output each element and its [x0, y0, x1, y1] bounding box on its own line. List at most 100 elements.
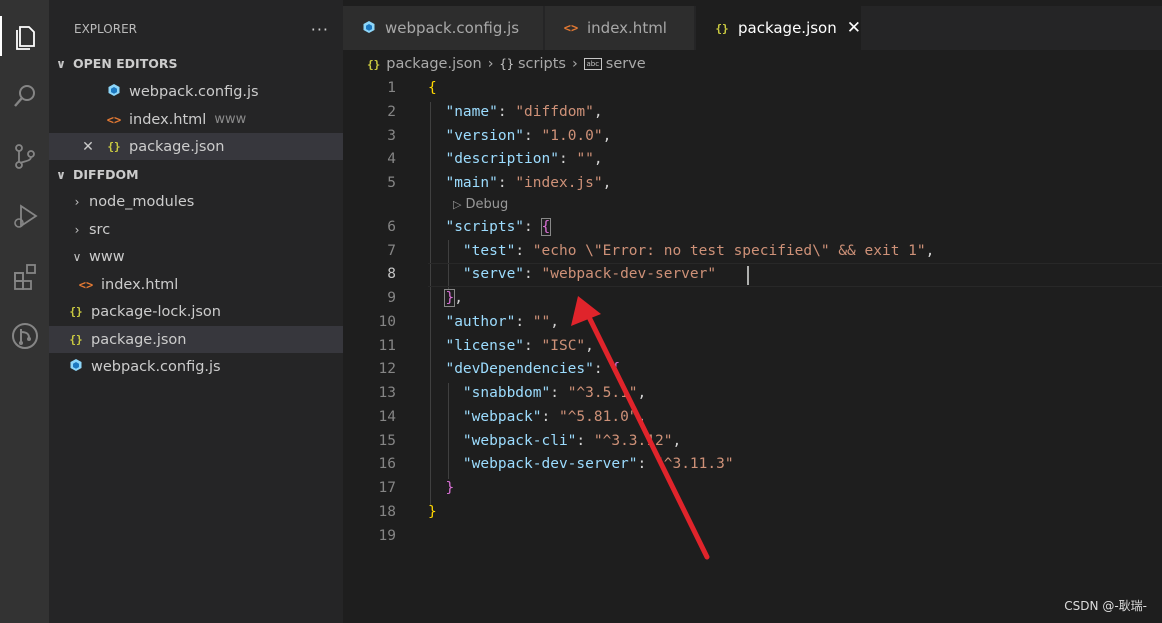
open-editor-item-active[interactable]: ✕ {} package.json — [49, 133, 343, 160]
close-icon[interactable]: ✕ — [847, 18, 861, 38]
explorer-icon[interactable] — [0, 16, 49, 56]
code-line[interactable]: } — [428, 480, 454, 496]
breadcrumb-property[interactable]: serve — [606, 56, 646, 72]
chevron-right-icon: › — [74, 194, 80, 209]
code-line[interactable]: "devDependencies": { — [428, 361, 620, 377]
line-number: 9 — [387, 290, 396, 306]
tree-item-file[interactable]: {} package-lock.json — [49, 298, 343, 325]
breadcrumb: {} package.json › {} scripts › abc serve — [367, 52, 646, 76]
editor-area: webpack.config.js <> index.html {} packa… — [343, 0, 1162, 623]
activity-bar — [0, 0, 49, 623]
open-editors-label: OPEN EDITORS — [73, 56, 178, 71]
html-file-icon: <> — [78, 277, 94, 292]
line-number: 2 — [387, 104, 396, 120]
line-number: 17 — [378, 480, 396, 496]
code-line[interactable]: "description": "", — [428, 151, 602, 167]
code-line[interactable]: "webpack": "^5.81.0", — [428, 409, 646, 425]
line-number: 11 — [378, 338, 396, 354]
open-editors-section[interactable]: ∨ OPEN EDITORS — [49, 50, 343, 77]
open-editor-label: package.json — [129, 138, 225, 155]
code-line[interactable]: "name": "diffdom", — [428, 104, 602, 120]
code-line[interactable]: "author": "", — [428, 314, 559, 330]
webpack-file-icon — [103, 83, 125, 100]
line-number: 3 — [387, 128, 396, 144]
tree-item-folder[interactable]: ∨ www — [49, 243, 343, 270]
breadcrumb-object[interactable]: scripts — [518, 56, 566, 72]
code-line[interactable]: "webpack-cli": "^3.3.12", — [428, 433, 681, 449]
line-number: 7 — [387, 243, 396, 259]
play-icon: ▷ — [453, 198, 462, 211]
tab-index-html[interactable]: <> index.html — [545, 6, 695, 50]
line-number: 19 — [378, 528, 396, 544]
line-number: 6 — [387, 219, 396, 235]
tab-package-json[interactable]: {} package.json ✕ — [696, 6, 862, 50]
tree-item-file-selected[interactable]: {} package.json — [49, 326, 343, 353]
more-actions-icon[interactable]: ··· — [311, 20, 329, 39]
tree-item-label: src — [89, 221, 111, 238]
chevron-down-icon: ∨ — [56, 56, 66, 71]
code-line[interactable]: }, — [428, 289, 463, 307]
code-line[interactable]: "version": "1.0.0", — [428, 128, 611, 144]
open-editor-item[interactable]: webpack.config.js — [49, 78, 343, 105]
search-icon[interactable] — [0, 76, 49, 116]
object-icon: {} — [499, 57, 514, 71]
code-line[interactable]: "main": "index.js", — [428, 175, 611, 191]
code-line-active[interactable]: "serve": "webpack-dev-server" — [428, 266, 716, 282]
close-icon[interactable]: ✕ — [77, 139, 99, 155]
tab-label: index.html — [587, 19, 667, 37]
codelens-debug[interactable]: ▷ Debug — [453, 197, 508, 212]
line-number: 4 — [387, 151, 396, 167]
tree-item-file[interactable]: webpack.config.js — [49, 353, 343, 380]
chevron-right-icon: › — [571, 56, 578, 72]
open-editor-label: index.html — [129, 111, 207, 128]
code-line[interactable]: "snabbdom": "^3.5.1", — [428, 385, 646, 401]
tree-item-file[interactable]: <> index.html — [49, 271, 343, 298]
watermark: CSDN @-耿瑞- — [1064, 599, 1147, 613]
tree-item-label: webpack.config.js — [91, 358, 221, 375]
open-editor-item[interactable]: <> index.html www — [49, 106, 343, 133]
breadcrumb-file[interactable]: package.json — [386, 56, 481, 72]
explorer-title: EXPLORER — [74, 22, 137, 36]
tab-webpack-config[interactable]: webpack.config.js — [343, 6, 544, 50]
chevron-right-icon: › — [74, 222, 80, 237]
line-number: 15 — [378, 433, 396, 449]
line-number: 1 — [387, 80, 396, 96]
line-number: 14 — [378, 409, 396, 425]
tab-label: webpack.config.js — [385, 19, 520, 37]
json-file-icon: {} — [107, 140, 121, 153]
json-file-icon: {} — [69, 333, 83, 346]
json-file-icon: {} — [367, 57, 381, 71]
html-file-icon: <> — [106, 112, 122, 127]
line-number: 18 — [378, 504, 396, 520]
explorer-header: EXPLORER ··· — [49, 8, 343, 50]
chevron-down-icon: ∨ — [56, 167, 66, 182]
source-control-icon[interactable] — [0, 136, 49, 176]
open-editor-label: webpack.config.js — [129, 83, 259, 100]
code-line[interactable]: "test": "echo \"Error: no test specified… — [428, 243, 934, 259]
json-file-icon: {} — [715, 21, 729, 35]
string-icon: abc — [583, 58, 602, 70]
run-debug-icon[interactable] — [0, 196, 49, 236]
tree-item-folder[interactable]: › src — [49, 216, 343, 243]
chevron-right-icon: › — [487, 56, 494, 72]
code-line[interactable]: "license": "ISC", — [428, 338, 593, 354]
code-line[interactable]: { — [428, 80, 437, 96]
tree-item-folder[interactable]: › node_modules — [49, 188, 343, 215]
tab-label: package.json — [737, 19, 837, 37]
webpack-file-icon — [65, 358, 87, 375]
webpack-file-icon — [359, 20, 379, 37]
tree-item-label: index.html — [101, 276, 179, 293]
git-graph-icon[interactable] — [0, 316, 49, 356]
explorer-sidebar: EXPLORER ··· ∨ OPEN EDITORS webpack.conf… — [49, 0, 343, 623]
project-label: DIFFDOM — [73, 167, 139, 182]
code-line[interactable]: "scripts": { — [428, 218, 552, 236]
line-number-active: 8 — [387, 266, 396, 282]
project-section[interactable]: ∨ DIFFDOM — [49, 161, 343, 188]
line-number: 12 — [378, 361, 396, 377]
line-number: 10 — [378, 314, 396, 330]
code-line[interactable]: "webpack-dev-server": "^3.11.3" — [428, 456, 734, 472]
code-line[interactable]: } — [428, 504, 437, 520]
tab-bar: webpack.config.js <> index.html {} packa… — [343, 6, 1162, 50]
tree-item-label: www — [89, 248, 125, 265]
extensions-icon[interactable] — [0, 256, 49, 296]
